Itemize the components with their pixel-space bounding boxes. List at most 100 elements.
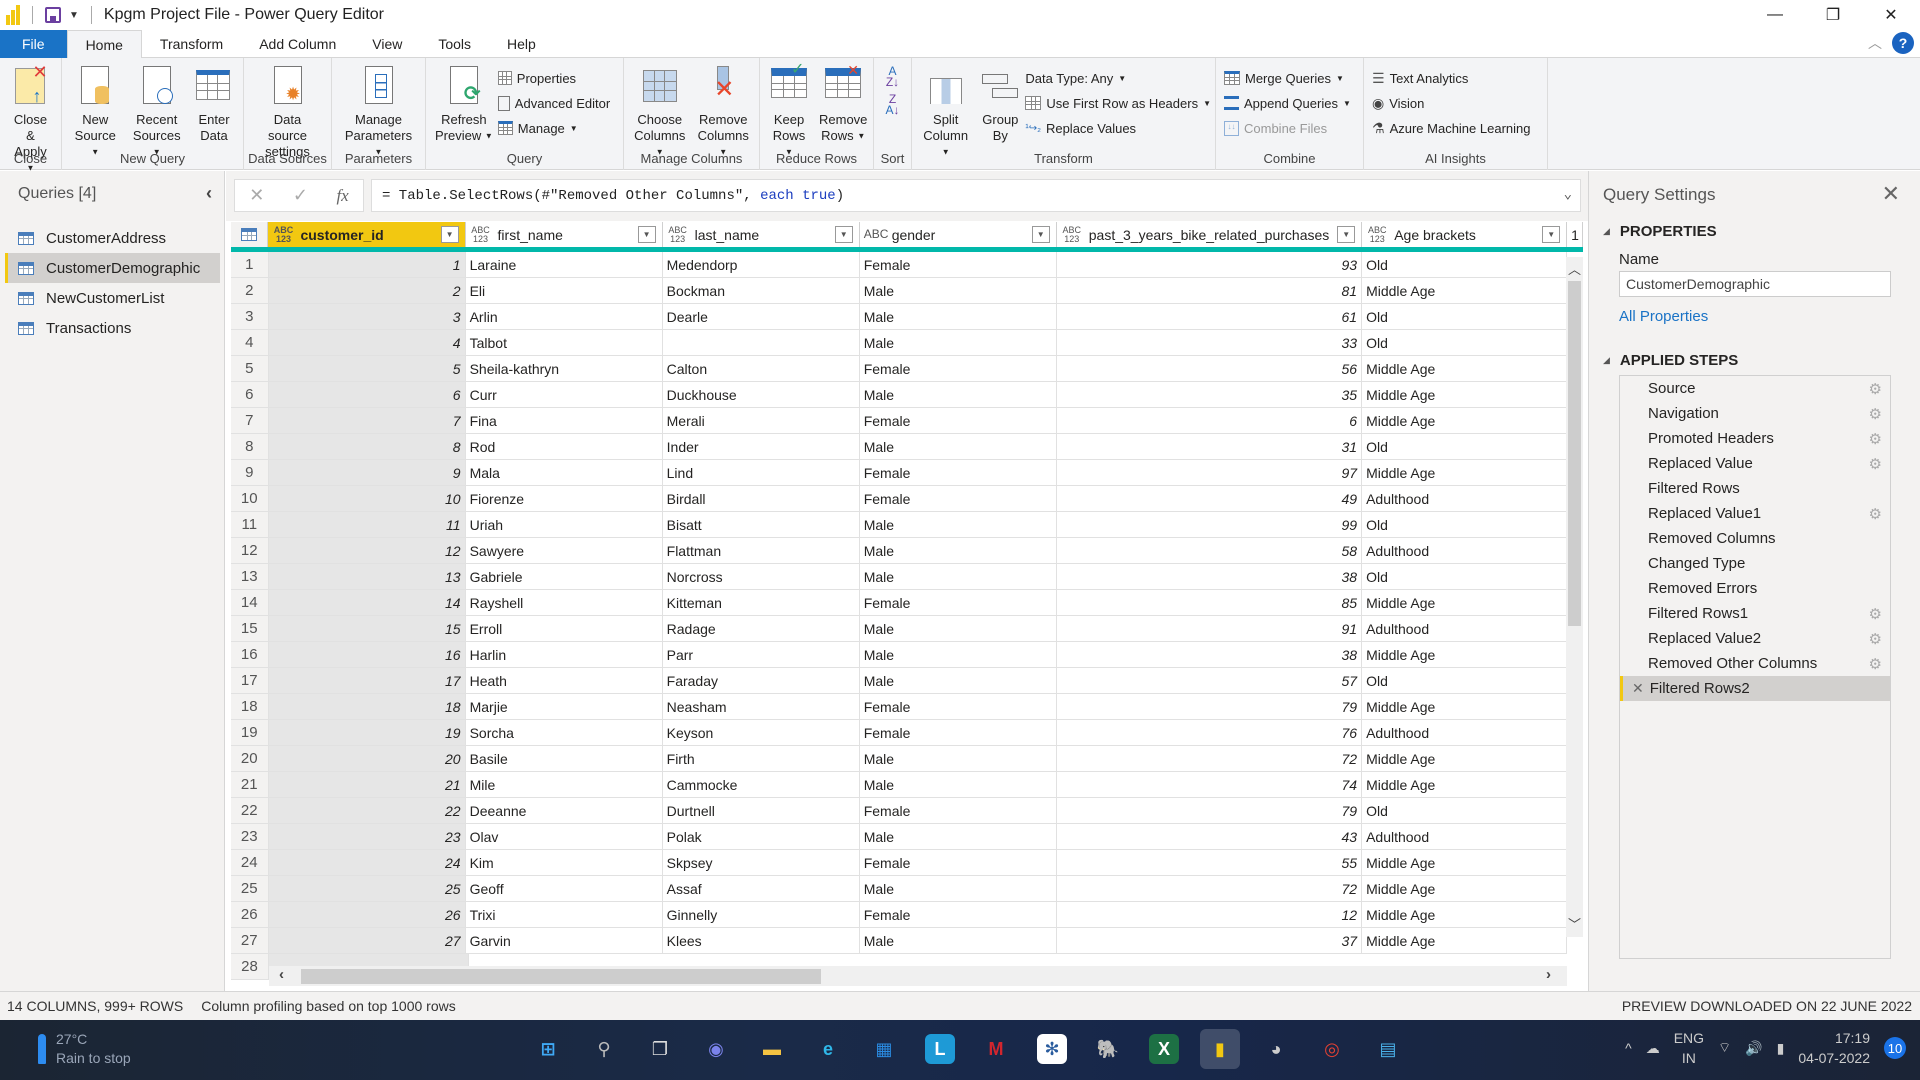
query-name-input[interactable]: CustomerDemographic	[1619, 271, 1891, 297]
table-cell[interactable]: 20	[268, 746, 466, 771]
notification-badge[interactable]: 10	[1884, 1037, 1906, 1059]
table-cell[interactable]: 72	[1057, 876, 1363, 901]
table-cell[interactable]: Female	[860, 408, 1057, 433]
table-cell[interactable]: Sorcha	[466, 720, 663, 745]
table-cell[interactable]: Garvin	[466, 928, 663, 953]
table-cell[interactable]: Flattman	[663, 538, 860, 563]
table-row[interactable]: 13 13 Gabriele Norcross Male 38 Old	[231, 564, 1567, 590]
store-icon[interactable]: ▦	[864, 1029, 904, 1069]
table-cell[interactable]: Ginnelly	[663, 902, 860, 927]
table-cell[interactable]: Olav	[466, 824, 663, 849]
table-row[interactable]: 26 26 Trixi Ginnelly Female 12 Middle Age	[231, 902, 1567, 928]
table-cell[interactable]: Firth	[663, 746, 860, 771]
save-icon[interactable]	[45, 7, 61, 23]
table-cell[interactable]: Marjie	[466, 694, 663, 719]
row-number[interactable]: 19	[231, 720, 269, 745]
table-row[interactable]: 12 12 Sawyere Flattman Male 58 Adulthood	[231, 538, 1567, 564]
filter-dropdown-icon[interactable]: ▼	[637, 226, 656, 243]
table-cell[interactable]: Female	[860, 486, 1057, 511]
table-row[interactable]: 21 21 Mile Cammocke Male 74 Middle Age	[231, 772, 1567, 798]
table-cell[interactable]: 15	[268, 616, 466, 641]
applied-step[interactable]: Removed Other Columns ⚙	[1620, 651, 1890, 676]
new-source-button[interactable]: New Source ▼	[66, 62, 125, 161]
table-cell[interactable]: 2	[268, 278, 466, 303]
table-row[interactable]: 2 2 Eli Bockman Male 81 Middle Age	[231, 278, 1567, 304]
table-cell[interactable]: Durtnell	[663, 798, 860, 823]
table-cell[interactable]: 6	[268, 382, 466, 407]
expand-formula-icon[interactable]: ⌄	[1564, 186, 1572, 203]
table-cell[interactable]: Radage	[663, 616, 860, 641]
group-by-button[interactable]: Group By	[975, 62, 1025, 144]
table-row[interactable]: 24 24 Kim Skpsey Female 55 Middle Age	[231, 850, 1567, 876]
applied-step[interactable]: Removed Columns	[1620, 526, 1890, 551]
table-cell[interactable]: Harlin	[466, 642, 663, 667]
table-cell[interactable]: Female	[860, 798, 1057, 823]
help-icon[interactable]: ?	[1892, 32, 1914, 54]
table-cell[interactable]: 79	[1057, 694, 1363, 719]
table-cell[interactable]: Merali	[663, 408, 860, 433]
table-cell[interactable]: Female	[860, 460, 1057, 485]
combine-files-button[interactable]: ↓↓ Combine Files	[1224, 118, 1351, 138]
row-number[interactable]: 28	[231, 954, 269, 979]
table-row[interactable]: 1 1 Laraine Medendorp Female 93 Old	[231, 252, 1567, 278]
collapse-queries-icon[interactable]: ‹	[206, 183, 212, 204]
profiling-status[interactable]: Column profiling based on top 1000 rows	[201, 998, 456, 1014]
table-cell[interactable]: Inder	[663, 434, 860, 459]
column-header[interactable]: ABC 123 customer_id ▼	[268, 222, 466, 247]
table-row[interactable]: 6 6 Curr Duckhouse Male 35 Middle Age	[231, 382, 1567, 408]
table-cell[interactable]	[663, 330, 860, 355]
choose-columns-button[interactable]: Choose Columns ▼	[628, 62, 692, 161]
table-cell[interactable]: Middle Age	[1362, 772, 1567, 797]
all-properties-link[interactable]: All Properties	[1619, 308, 1708, 325]
table-cell[interactable]: Middle Age	[1362, 746, 1567, 771]
row-number[interactable]: 24	[231, 850, 269, 875]
table-cell[interactable]: 21	[268, 772, 466, 797]
table-cell[interactable]: Male	[860, 824, 1057, 849]
table-cell[interactable]: Heath	[466, 668, 663, 693]
table-cell[interactable]: 11	[268, 512, 466, 537]
table-cell[interactable]: 23	[268, 824, 466, 849]
excel-icon[interactable]: X	[1149, 1034, 1179, 1064]
table-cell[interactable]: Bockman	[663, 278, 860, 303]
remove-rows-button[interactable]: ✕ Remove Rows ▼	[814, 62, 872, 145]
row-number[interactable]: 26	[231, 902, 269, 927]
table-cell[interactable]: 57	[1057, 668, 1363, 693]
row-number[interactable]: 10	[231, 486, 269, 511]
table-cell[interactable]: 1	[268, 252, 466, 277]
tab-file[interactable]: File	[0, 30, 67, 58]
query-item[interactable]: NewCustomerList	[5, 283, 220, 313]
data-type-icon[interactable]: ABC 123	[667, 225, 689, 244]
scroll-left-icon[interactable]: ‹	[279, 966, 284, 983]
text-analytics-button[interactable]: ☰ Text Analytics	[1372, 68, 1530, 88]
properties-button[interactable]: Properties	[497, 68, 610, 88]
row-number[interactable]: 12	[231, 538, 269, 563]
use-first-row-as-headers-button[interactable]: Use First Row as Headers ▼	[1025, 93, 1211, 113]
filter-dropdown-icon[interactable]: ▼	[1031, 226, 1050, 243]
table-cell[interactable]: Kitteman	[663, 590, 860, 615]
minimize-button[interactable]: —	[1746, 0, 1804, 30]
table-cell[interactable]: Deeanne	[466, 798, 663, 823]
notepad-icon[interactable]: ▤	[1368, 1029, 1408, 1069]
filter-dropdown-icon[interactable]: ▼	[440, 226, 459, 243]
table-cell[interactable]: 85	[1057, 590, 1363, 615]
table-cell[interactable]: Adulthood	[1362, 538, 1567, 563]
row-number[interactable]: 23	[231, 824, 269, 849]
search-icon[interactable]: ⚲	[584, 1029, 624, 1069]
table-row[interactable]: 9 9 Mala Lind Female 97 Middle Age	[231, 460, 1567, 486]
data-type-icon[interactable]: ABC 123	[470, 225, 492, 244]
table-cell[interactable]: Middle Age	[1362, 928, 1567, 953]
table-cell[interactable]: Eli	[466, 278, 663, 303]
table-cell[interactable]: Medendorp	[663, 252, 860, 277]
query-item[interactable]: CustomerAddress	[5, 223, 220, 253]
column-header[interactable]: ABC 123 Age brackets ▼	[1362, 222, 1568, 247]
applied-step[interactable]: Changed Type	[1620, 551, 1890, 576]
table-row[interactable]: 11 11 Uriah Bisatt Male 99 Old	[231, 512, 1567, 538]
applied-step[interactable]: Replaced Value2 ⚙	[1620, 626, 1890, 651]
table-cell[interactable]: Adulthood	[1362, 824, 1567, 849]
table-cell[interactable]: 37	[1057, 928, 1363, 953]
row-number[interactable]: 14	[231, 590, 269, 615]
gear-icon[interactable]: ⚙	[1869, 455, 1882, 473]
table-cell[interactable]: 43	[1057, 824, 1363, 849]
table-cell[interactable]: 72	[1057, 746, 1363, 771]
table-row[interactable]: 18 18 Marjie Neasham Female 79 Middle Age	[231, 694, 1567, 720]
